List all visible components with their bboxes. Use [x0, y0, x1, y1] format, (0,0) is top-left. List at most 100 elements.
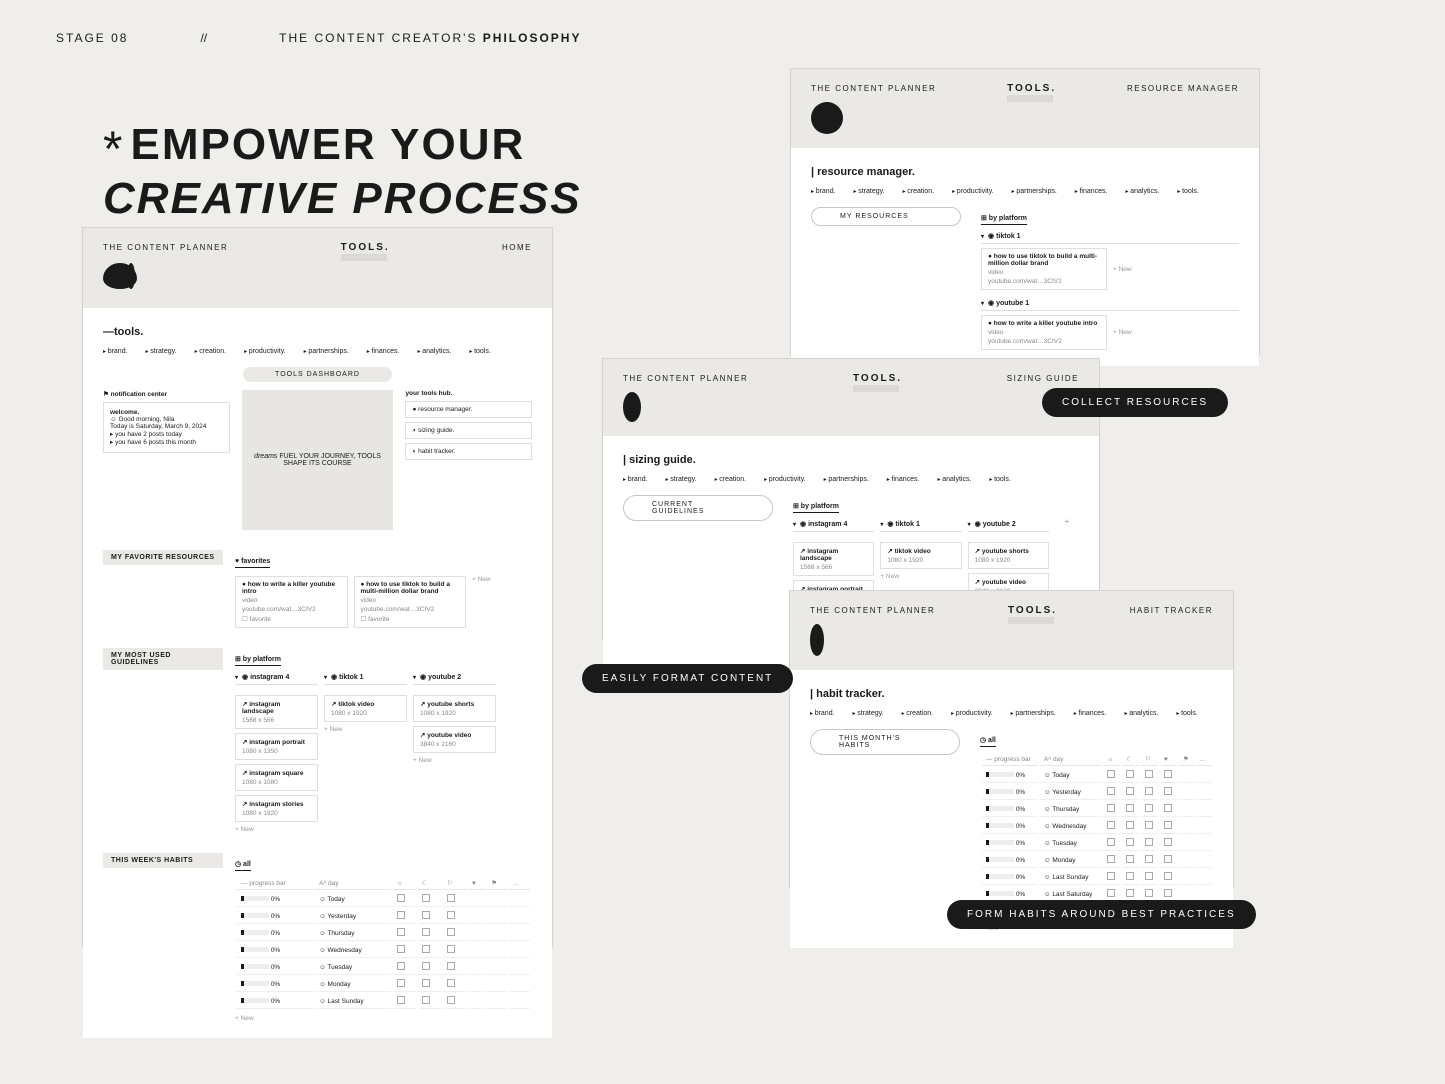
- col-tiktok[interactable]: ◉ tiktok 1: [324, 670, 407, 685]
- size-card[interactable]: ↗ instagram stories1080 x 1920: [235, 795, 318, 822]
- tag-item[interactable]: analytics.: [1125, 710, 1159, 717]
- res-card[interactable]: ● how to use tiktok to build a multi-mil…: [981, 248, 1107, 290]
- tag-item[interactable]: creation.: [715, 476, 747, 483]
- add-new[interactable]: + New: [472, 576, 532, 628]
- tag-item[interactable]: strategy.: [854, 188, 885, 195]
- tag-item[interactable]: finances.: [887, 476, 920, 483]
- habit-row[interactable]: 0%☺ Wednesday: [982, 819, 1211, 834]
- size-card[interactable]: ↗ tiktok video1080 x 1920: [324, 695, 407, 722]
- size-card[interactable]: ↗ tiktok video1080 x 1920: [880, 542, 961, 569]
- col-instagram[interactable]: ◉ instagram 4: [793, 517, 874, 532]
- add-col[interactable]: +: [1055, 517, 1079, 532]
- nav-left[interactable]: THE CONTENT PLANNER: [623, 374, 748, 383]
- size-card[interactable]: ↗ instagram portrait1080 x 1350: [235, 733, 318, 760]
- nav-right[interactable]: HABIT TRACKER: [1130, 606, 1213, 615]
- habit-row[interactable]: 0%☺ Tuesday: [982, 836, 1211, 851]
- size-card[interactable]: ↗ youtube shorts1080 x 1920: [413, 695, 496, 722]
- tag-item[interactable]: tools.: [1177, 188, 1198, 195]
- tab-favorites[interactable]: ♥ favorites: [235, 558, 270, 568]
- col-instagram[interactable]: ◉ instagram 4: [235, 670, 318, 685]
- pill-format: EASILY FORMAT CONTENT: [582, 664, 793, 693]
- guidelines-pill[interactable]: CURRENT GUIDELINES: [623, 495, 773, 521]
- habit-table: — progress bar Aᴬ day ☼ ☾ ⚐ ♥ ⚑ … 0%☺ To…: [980, 751, 1213, 921]
- tag-item[interactable]: creation.: [903, 188, 935, 195]
- add-new[interactable]: + New: [1113, 329, 1239, 336]
- col-youtube[interactable]: ◉ youtube 2: [413, 670, 496, 685]
- tag-item[interactable]: analytics.: [938, 476, 972, 483]
- tag-item[interactable]: partnerships.: [1012, 188, 1057, 195]
- tag-item[interactable]: creation.: [195, 348, 227, 355]
- hub-resource[interactable]: ● resource manager.: [405, 401, 532, 418]
- tag-item[interactable]: brand.: [103, 348, 128, 355]
- size-card[interactable]: ↗ instagram landscape1568 x 566: [235, 695, 318, 729]
- tag-item[interactable]: productivity.: [764, 476, 806, 483]
- habits-pill[interactable]: THIS MONTH'S HABITS: [810, 729, 960, 755]
- tab-platform[interactable]: ⊞ by platform: [981, 214, 1027, 225]
- tag-item[interactable]: finances.: [1074, 710, 1107, 717]
- col-youtube[interactable]: ◉ youtube 1: [981, 296, 1239, 311]
- habit-row[interactable]: 0%☺ Tuesday: [237, 960, 530, 975]
- habit-row[interactable]: 0%☺ Today: [237, 892, 530, 907]
- tag-item[interactable]: partnerships.: [304, 348, 349, 355]
- nav-right[interactable]: HOME: [502, 243, 532, 252]
- col-tiktok[interactable]: ◉ tiktok 1: [981, 229, 1239, 244]
- hero-line2: CREATIVE PROCESS: [103, 174, 582, 224]
- tag-item[interactable]: productivity.: [244, 348, 286, 355]
- tag-item[interactable]: partnerships.: [1011, 710, 1056, 717]
- tag-item[interactable]: brand.: [811, 188, 836, 195]
- nav-right[interactable]: SIZING GUIDE: [1007, 374, 1079, 383]
- tag-item[interactable]: creation.: [902, 710, 934, 717]
- habit-row[interactable]: 0%☺ Thursday: [237, 926, 530, 941]
- size-card[interactable]: ↗ instagram square1080 x 1080: [235, 764, 318, 791]
- add-new[interactable]: + New: [235, 826, 318, 833]
- hub-habit[interactable]: ◐ habit tracker.: [405, 443, 532, 460]
- add-new[interactable]: + New: [880, 573, 961, 580]
- hub-sizing[interactable]: ◗ sizing guide.: [405, 422, 532, 439]
- tab-all[interactable]: ◷ all: [980, 736, 996, 747]
- add-new[interactable]: + New: [413, 757, 496, 764]
- tag-item[interactable]: partnerships.: [824, 476, 869, 483]
- add-new[interactable]: + New: [324, 726, 407, 733]
- tab-platform[interactable]: ⊞ by platform: [235, 655, 281, 666]
- tag-item[interactable]: strategy.: [146, 348, 177, 355]
- habit-row[interactable]: 0%☺ Last Sunday: [982, 870, 1211, 885]
- resources-pill[interactable]: MY RESOURCES: [811, 207, 961, 226]
- tag-item[interactable]: brand.: [810, 710, 835, 717]
- habit-row[interactable]: 0%☺ Yesterday: [982, 785, 1211, 800]
- tag-item[interactable]: analytics.: [1126, 188, 1160, 195]
- res-card[interactable]: ● how to write a killer youtube introvid…: [981, 315, 1107, 350]
- size-card[interactable]: ↗ youtube video3840 x 2160: [413, 726, 496, 753]
- tag-item[interactable]: tools.: [469, 348, 490, 355]
- habit-row[interactable]: 0%☺ Thursday: [982, 802, 1211, 817]
- habit-row[interactable]: 0%☺ Today: [982, 768, 1211, 783]
- habit-row[interactable]: 0%☺ Monday: [237, 977, 530, 992]
- fav-card[interactable]: ● how to use tiktok to build a multi-mil…: [354, 576, 467, 628]
- size-card[interactable]: ↗ instagram landscape1568 x 566: [793, 542, 874, 576]
- tab-all[interactable]: ◷ all: [235, 860, 251, 871]
- fav-card[interactable]: ● how to write a killer youtube intro vi…: [235, 576, 348, 628]
- habit-row[interactable]: 0%☺ Yesterday: [237, 909, 530, 924]
- tag-item[interactable]: tools.: [989, 476, 1010, 483]
- tag-item[interactable]: finances.: [1075, 188, 1108, 195]
- tag-item[interactable]: brand.: [623, 476, 648, 483]
- nav-left[interactable]: THE CONTENT PLANNER: [811, 84, 936, 93]
- size-card[interactable]: ↗ youtube shorts1080 x 1920: [968, 542, 1049, 569]
- habit-row[interactable]: 0%☺ Last Sunday: [237, 994, 530, 1009]
- tag-item[interactable]: analytics.: [418, 348, 452, 355]
- nav-left[interactable]: THE CONTENT PLANNER: [810, 606, 935, 615]
- tag-item[interactable]: productivity.: [951, 710, 993, 717]
- tag-item[interactable]: strategy.: [853, 710, 884, 717]
- col-tiktok[interactable]: ◉ tiktok 1: [880, 517, 961, 532]
- tag-item[interactable]: finances.: [367, 348, 400, 355]
- nav-left[interactable]: THE CONTENT PLANNER: [103, 243, 228, 252]
- col-youtube[interactable]: ◉ youtube 2: [968, 517, 1049, 532]
- tab-platform[interactable]: ⊞ by platform: [793, 502, 839, 513]
- add-new[interactable]: + New: [1113, 266, 1239, 273]
- nav-right[interactable]: RESOURCE MANAGER: [1127, 84, 1239, 93]
- habit-row[interactable]: 0%☺ Monday: [982, 853, 1211, 868]
- add-new[interactable]: + New: [235, 1015, 532, 1022]
- tag-item[interactable]: strategy.: [666, 476, 697, 483]
- tag-item[interactable]: productivity.: [952, 188, 994, 195]
- tag-item[interactable]: tools.: [1176, 710, 1197, 717]
- habit-row[interactable]: 0%☺ Wednesday: [237, 943, 530, 958]
